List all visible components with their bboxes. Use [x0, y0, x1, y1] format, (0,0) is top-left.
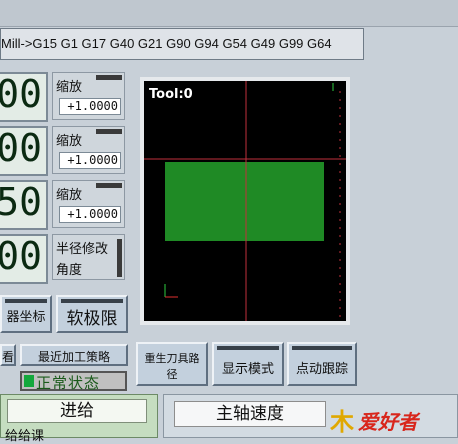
- tool-label: Tool:0: [149, 87, 193, 102]
- dro-y-scale-label: 缩放: [56, 134, 83, 149]
- display-mode-label: 显示模式: [221, 362, 274, 377]
- regen-toolpath-label-2: 径: [166, 368, 178, 381]
- regen-toolpath-button[interactable]: 重生刀具路 径: [136, 342, 208, 386]
- machine-coords-button[interactable]: 器坐标: [0, 295, 52, 333]
- dro-y-display[interactable]: 00: [0, 126, 48, 176]
- jog-follow-button[interactable]: 点动跟踪: [287, 342, 357, 386]
- dro-z-display[interactable]: 50: [0, 180, 48, 230]
- left-partial-label: 看: [2, 350, 15, 364]
- dro-z-scale-value[interactable]: +1.0000: [59, 206, 121, 223]
- gcode-line-text: Mill->G15 G1 G17 G40 G21 G90 G94 G54 G49…: [1, 36, 332, 51]
- status-text: 正常状态: [36, 374, 101, 392]
- dro-a-display[interactable]: 00: [0, 234, 48, 284]
- spindle-title: 主轴速度: [174, 401, 326, 427]
- scale-indicator: [96, 129, 122, 134]
- dro-x-scale-value[interactable]: +1.0000: [59, 98, 121, 115]
- recent-strategy-label: 最近加工策略: [37, 350, 110, 364]
- display-mode-button[interactable]: 显示模式: [212, 342, 284, 386]
- recent-strategy-button[interactable]: 最近加工策略: [20, 344, 128, 366]
- button-indicator: [5, 299, 47, 303]
- dro-z-scale: 缩放 +1.0000: [52, 180, 125, 228]
- top-strip: [0, 0, 458, 27]
- left-partial-button[interactable]: 看: [0, 344, 16, 366]
- dro-y-value: 00: [0, 126, 42, 170]
- radius-label: 半径修改: [56, 242, 109, 257]
- machine-coords-label: 器坐标: [6, 310, 46, 325]
- logo-text: 爱好者: [358, 410, 418, 434]
- dro-x-scale-label: 缩放: [56, 80, 83, 95]
- dro-z-scale-label: 缩放: [56, 188, 83, 203]
- jog-follow-label: 点动跟踪: [295, 362, 348, 377]
- soft-limits-button[interactable]: 软极限: [56, 295, 128, 333]
- feed-sub-text: 给给课: [5, 429, 45, 444]
- dro-x-scale: 缩放 +1.0000: [52, 72, 125, 120]
- toolpath-viewport[interactable]: Tool:0: [140, 77, 350, 325]
- gcode-status-bar: Mill->G15 G1 G17 G40 G21 G90 G94 G54 G49…: [0, 28, 364, 60]
- stock-rectangle: [165, 162, 324, 241]
- toolpath-canvas: [144, 81, 346, 321]
- soft-limits-label: 软极限: [66, 309, 118, 329]
- logo-mark: 木: [330, 407, 354, 436]
- scale-indicator: [96, 75, 122, 80]
- regen-toolpath-label-1: 重生刀具路: [144, 352, 200, 365]
- dro-z-value: 50: [0, 180, 42, 224]
- button-indicator: [217, 346, 279, 350]
- angle-label: 角度: [56, 263, 83, 278]
- feed-title: 进给: [7, 399, 147, 423]
- dro-x-display[interactable]: 00: [0, 72, 48, 122]
- watermark-logo: 木 爱好者: [330, 404, 450, 436]
- radius-correction-box: 半径修改 角度: [52, 234, 125, 280]
- status-indicator: 正常状态: [20, 371, 127, 392]
- feed-panel: 进给 给给课: [0, 394, 158, 444]
- dro-y-scale-value[interactable]: +1.0000: [59, 152, 121, 169]
- dro-a-value: 00: [0, 234, 42, 278]
- button-indicator: [61, 299, 123, 303]
- radius-indicator: [117, 239, 122, 277]
- status-led: [24, 375, 34, 387]
- dro-y-scale: 缩放 +1.0000: [52, 126, 125, 174]
- scale-indicator: [96, 183, 122, 188]
- dro-x-value: 00: [0, 72, 42, 116]
- right-header-area: [364, 28, 458, 60]
- button-indicator: [292, 346, 352, 350]
